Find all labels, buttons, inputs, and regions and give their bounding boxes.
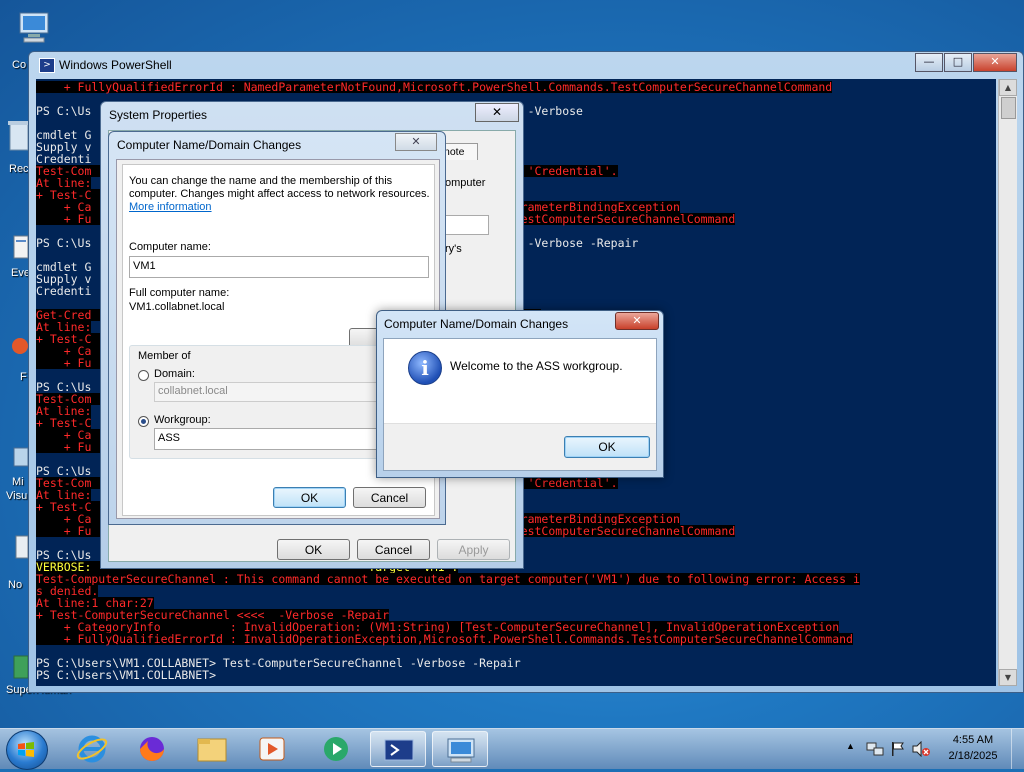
system-properties-icon xyxy=(447,738,475,763)
more-information-link[interactable]: More information xyxy=(129,201,212,213)
desktop: Co Rec Eve F Mi Visu No SuperHuman > Win… xyxy=(0,0,1024,770)
description-text: computer. Changes might affect access to… xyxy=(129,188,430,200)
close-button[interactable]: ✕ xyxy=(395,133,437,151)
ok-button[interactable]: OK xyxy=(273,487,346,508)
computer-icon[interactable] xyxy=(14,10,54,46)
description-field[interactable] xyxy=(445,215,489,235)
app-icon[interactable] xyxy=(12,330,28,366)
action-center-flag-icon[interactable] xyxy=(890,741,906,757)
tab-remote[interactable]: note xyxy=(441,143,478,160)
taskbar-system-properties[interactable] xyxy=(432,731,488,767)
system-properties-title: System Properties xyxy=(109,108,208,122)
window-controls: — □ ✕ xyxy=(914,53,1017,72)
member-of-label: Member of xyxy=(138,350,191,362)
vertical-scrollbar[interactable]: ▲ ▼ xyxy=(998,79,1017,686)
message-box-title: Computer Name/Domain Changes xyxy=(384,317,569,331)
cancel-button[interactable]: Cancel xyxy=(353,487,426,508)
show-desktop-button[interactable] xyxy=(1011,729,1024,769)
full-name-value: VM1.collabnet.local xyxy=(129,301,225,313)
taskbar-media-center[interactable] xyxy=(308,731,364,767)
description-text: You can change the name and the membersh… xyxy=(129,175,393,187)
computer-name-dialog-title: Computer Name/Domain Changes xyxy=(117,138,302,152)
scroll-up-icon[interactable]: ▲ xyxy=(999,79,1017,96)
computer-name-value: VM1 xyxy=(133,260,156,272)
powershell-icon: > xyxy=(39,58,55,73)
ok-button[interactable]: OK xyxy=(277,539,350,560)
domain-value: collabnet.local xyxy=(158,385,228,397)
full-name-label: Full computer name: xyxy=(129,287,230,299)
cancel-button[interactable]: Cancel xyxy=(357,539,430,560)
domain-radio[interactable] xyxy=(138,370,149,381)
recycle-bin-icon[interactable] xyxy=(8,118,30,154)
taskbar-media-player[interactable] xyxy=(244,731,300,767)
show-hidden-icons-icon[interactable]: ▲ xyxy=(846,741,855,751)
taskbar-internet-explorer[interactable] xyxy=(64,731,120,767)
windows-logo-icon xyxy=(18,742,34,757)
volume-muted-icon[interactable] xyxy=(912,741,930,757)
partial-text: ry's xyxy=(445,243,462,255)
workgroup-radio[interactable] xyxy=(138,416,149,427)
desktop-label[interactable]: Co xyxy=(12,59,26,71)
clock-date[interactable]: 2/18/2025 xyxy=(940,750,1006,762)
desktop-label[interactable]: F xyxy=(20,371,27,383)
clock-time[interactable]: 4:55 AM xyxy=(940,734,1006,746)
workgroup-value: ASS xyxy=(158,432,181,444)
desktop-label[interactable]: Visu xyxy=(6,490,27,502)
taskbar: ▲ 4:55 AM 2/18/2025 xyxy=(0,728,1024,770)
partial-text: omputer xyxy=(445,177,486,189)
start-button[interactable] xyxy=(6,730,48,770)
console-line: Credenti xyxy=(36,284,92,298)
maximize-button[interactable]: □ xyxy=(944,53,972,72)
message-box-body: i Welcome to the ASS workgroup. OK xyxy=(383,338,657,471)
close-button[interactable]: ✕ xyxy=(475,103,519,122)
console-line: Test-ComputerSecureChannel : This comman… xyxy=(36,572,860,586)
close-button[interactable]: ✕ xyxy=(973,53,1017,72)
folder-icon xyxy=(197,738,227,762)
message-box-footer: OK xyxy=(384,423,656,470)
information-icon: i xyxy=(408,351,442,385)
taskbar-powershell[interactable] xyxy=(370,731,426,767)
desktop-label[interactable]: No xyxy=(8,579,22,591)
console-line: PS C:\Users\VM1.COLLABNET> xyxy=(36,668,217,682)
console-line: + FullyQualifiedErrorId : NamedParameter… xyxy=(36,80,833,94)
scroll-thumb[interactable] xyxy=(1001,97,1016,119)
taskbar-firefox[interactable] xyxy=(124,731,180,767)
ok-button[interactable]: OK xyxy=(564,436,650,458)
domain-label: Domain: xyxy=(154,368,195,380)
media-center-icon xyxy=(324,737,348,761)
firefox-icon xyxy=(140,737,164,761)
taskbar-file-explorer[interactable] xyxy=(184,731,240,767)
desktop-label[interactable]: Mi xyxy=(12,476,24,488)
workgroup-label: Workgroup: xyxy=(154,414,211,426)
apply-button[interactable]: Apply xyxy=(437,539,510,560)
close-button[interactable]: ✕ xyxy=(615,312,659,330)
welcome-message: Welcome to the ASS workgroup. xyxy=(450,359,623,373)
welcome-message-box[interactable]: Computer Name/Domain Changes ✕ i Welcome… xyxy=(376,310,664,478)
console-line: + FullyQualifiedErrorId : InvalidOperati… xyxy=(36,632,853,646)
media-player-icon xyxy=(259,737,285,761)
computer-name-input[interactable]: VM1 xyxy=(129,256,429,278)
scroll-down-icon[interactable]: ▼ xyxy=(999,669,1017,686)
powershell-icon xyxy=(384,739,414,761)
desktop-label[interactable]: Rec xyxy=(9,163,29,175)
internet-explorer-icon xyxy=(76,735,108,763)
network-icon[interactable] xyxy=(866,741,884,757)
minimize-button[interactable]: — xyxy=(915,53,943,72)
computer-name-label: Computer name: xyxy=(129,241,211,253)
powershell-title: Windows PowerShell xyxy=(59,58,172,72)
